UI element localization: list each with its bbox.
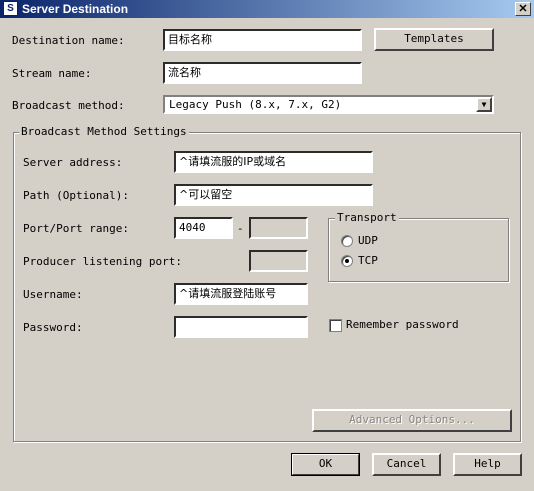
producer-port-label: Producer listening port: bbox=[23, 255, 182, 268]
transport-title: Transport bbox=[335, 211, 399, 225]
ok-button[interactable]: OK bbox=[291, 453, 360, 476]
broadcast-method-select[interactable]: Legacy Push (8.x, 7.x, G2) bbox=[163, 95, 494, 114]
tcp-radio[interactable] bbox=[341, 255, 353, 267]
app-icon: S bbox=[3, 1, 18, 16]
server-address-field[interactable]: ^请填流服的IP或域名 bbox=[174, 151, 373, 173]
username-label: Username: bbox=[23, 288, 83, 301]
broadcast-settings-title: Broadcast Method Settings bbox=[19, 125, 189, 139]
port-start-field[interactable]: 4040 bbox=[174, 217, 233, 239]
transport-group bbox=[328, 218, 509, 282]
producer-port-field[interactable] bbox=[249, 250, 308, 272]
stream-name-field[interactable]: 流名称 bbox=[163, 62, 362, 84]
window-title: Server Destination bbox=[22, 2, 129, 16]
password-label: Password: bbox=[23, 321, 83, 334]
udp-radio[interactable] bbox=[341, 235, 353, 247]
server-address-label: Server address: bbox=[23, 156, 123, 169]
port-label: Port/Port range: bbox=[23, 222, 129, 235]
password-field[interactable] bbox=[174, 316, 308, 338]
help-button[interactable]: Help bbox=[453, 453, 522, 476]
broadcast-method-value: Legacy Push (8.x, 7.x, G2) bbox=[169, 98, 342, 111]
udp-label[interactable]: UDP bbox=[358, 234, 378, 248]
path-field[interactable]: ^可以留空 bbox=[174, 184, 373, 206]
port-range-dash: - bbox=[237, 222, 244, 235]
path-label: Path (Optional): bbox=[23, 189, 129, 202]
broadcast-method-label: Broadcast method: bbox=[12, 99, 125, 112]
stream-name-label: Stream name: bbox=[12, 67, 92, 80]
tcp-label[interactable]: TCP bbox=[358, 254, 378, 268]
remember-password-label[interactable]: Remember password bbox=[346, 318, 459, 332]
remember-password-checkbox[interactable] bbox=[329, 319, 342, 332]
port-end-field[interactable] bbox=[249, 217, 308, 239]
destination-name-field[interactable]: 目标名称 bbox=[163, 29, 362, 51]
templates-button[interactable]: Templates bbox=[374, 28, 494, 51]
username-field[interactable]: ^请填流服登陆账号 bbox=[174, 283, 308, 305]
advanced-options-button[interactable]: Advanced Options... bbox=[312, 409, 512, 432]
close-button[interactable]: ✕ bbox=[515, 2, 531, 16]
cancel-button[interactable]: Cancel bbox=[372, 453, 441, 476]
chevron-down-icon[interactable]: ▼ bbox=[476, 97, 492, 112]
destination-name-label: Destination name: bbox=[12, 34, 125, 47]
